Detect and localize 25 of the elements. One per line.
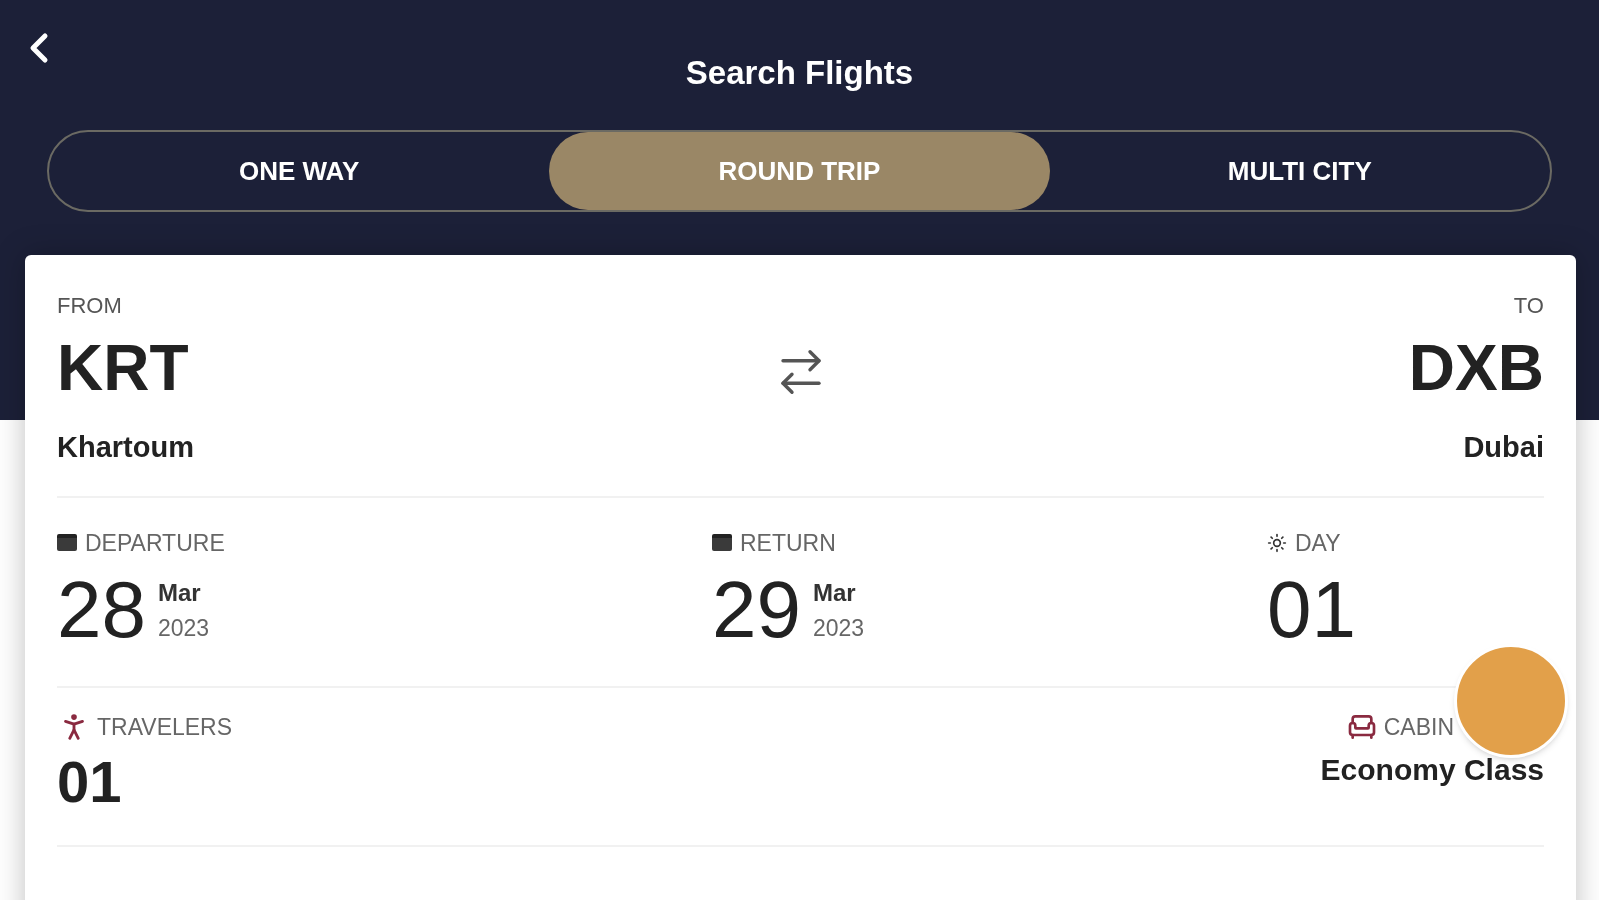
to-city: Dubai	[1463, 430, 1544, 465]
date-label: DAY	[1295, 528, 1341, 558]
date-day[interactable]: 01	[1267, 570, 1356, 650]
sun-icon	[1267, 532, 1287, 553]
cabin-label: CABIN	[1383, 713, 1454, 742]
travelers-label: TRAVELERS	[97, 713, 233, 742]
cabin-class[interactable]: Economy Class	[1320, 746, 1544, 792]
to-label: TO	[1513, 292, 1544, 320]
from-code[interactable]: KRT	[57, 336, 194, 400]
trip-type-tab[interactable]: MULTI CITY	[1049, 132, 1550, 210]
travelers-count[interactable]: 01	[57, 752, 233, 811]
date-year: 2023	[158, 613, 210, 643]
date-label: DEPARTURE	[85, 528, 225, 558]
date-day[interactable]: 28	[57, 570, 146, 650]
calendar-icon	[712, 534, 732, 552]
date-label: RETURN	[740, 528, 836, 558]
date-month: Mar	[813, 577, 857, 608]
trip-type-tab[interactable]: ONE WAY	[49, 132, 550, 210]
from-city: Khartoum	[57, 430, 194, 465]
calendar-icon	[57, 534, 77, 552]
to-code[interactable]: DXB	[1408, 336, 1544, 400]
date-year: 2023	[813, 613, 865, 643]
from-label: FROM	[57, 292, 123, 320]
date-month: Mar	[158, 577, 202, 608]
date-day[interactable]: 29	[712, 570, 801, 650]
